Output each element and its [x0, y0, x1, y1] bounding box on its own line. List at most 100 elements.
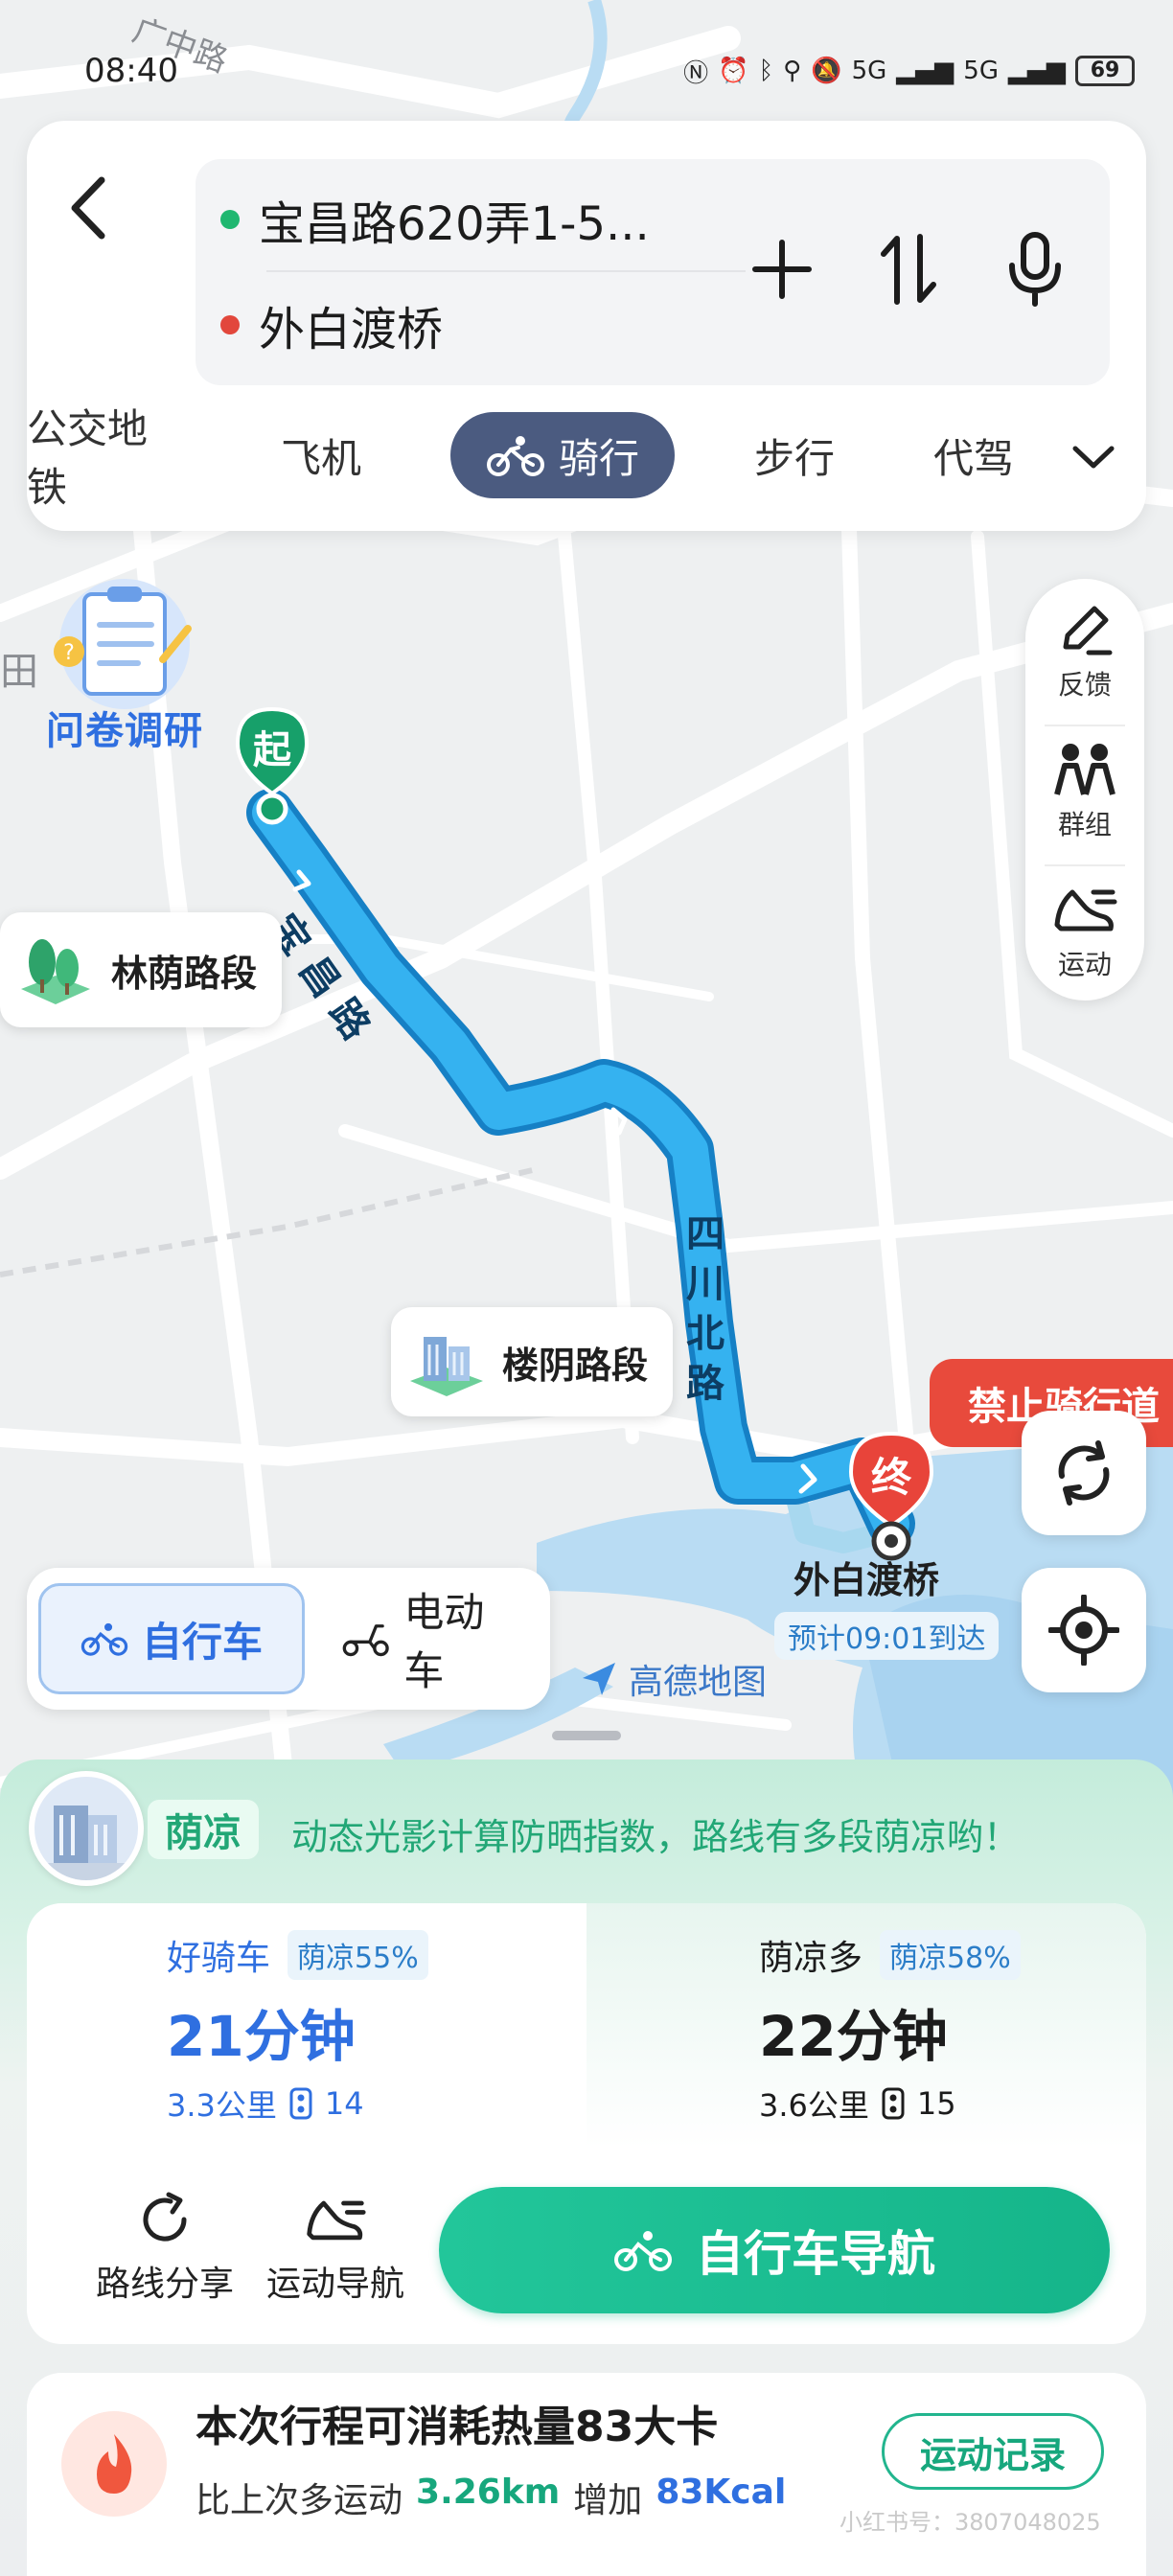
tab-flight[interactable]: 飞机	[278, 412, 364, 498]
sport-nav-button[interactable]: 运动导航	[249, 2191, 422, 2315]
tab-cycling-label: 骑行	[558, 434, 639, 482]
option-a-name: 好骑车	[167, 1939, 271, 1978]
locate-icon	[1048, 1595, 1119, 1666]
shade-segment-chip[interactable]: 林荫路段	[0, 912, 283, 1027]
calorie-card: 本次行程可消耗热量83大卡 比上次多运动 3.26km 增加 83Kcal 运动…	[27, 2373, 1146, 2576]
bicycle-small-icon	[80, 1622, 128, 1656]
bicycle-navigation-label: 自行车导航	[696, 2226, 935, 2282]
bicycle-navigation-button[interactable]: 自行车导航	[439, 2187, 1110, 2313]
more-modes-button[interactable]	[1070, 433, 1117, 481]
voice-input-button[interactable]	[999, 226, 1071, 312]
bicycle-icon	[486, 436, 544, 476]
flame-icon	[61, 2411, 167, 2517]
route-options-card: 好骑车 荫凉55% 21分钟 3.3公里 14 荫凉多 荫凉58% 22分钟 3…	[27, 1903, 1146, 2344]
ebike-option[interactable]: 电动车	[314, 1583, 550, 1694]
calorie-kcal: 83Kcal	[656, 2472, 787, 2512]
calorie-compare: 比上次多运动 3.26km 增加 83Kcal	[196, 2472, 786, 2522]
sport-shoe-icon	[307, 2200, 366, 2241]
start-location[interactable]: 宝昌路620弄1-5...	[220, 186, 650, 253]
back-button[interactable]	[59, 165, 117, 251]
sport-record-button[interactable]: 运动记录	[882, 2413, 1104, 2490]
add-waypoint-button[interactable]	[746, 226, 818, 312]
eta-label: 预计09:01到达	[774, 1612, 1000, 1660]
end-location-text: 外白渡桥	[259, 303, 444, 356]
bike-type-switch: 自行车 电动车	[27, 1568, 550, 1710]
swap-route-button[interactable]	[872, 226, 945, 312]
back-arrow-icon	[71, 176, 105, 240]
survey-label: 问卷调研	[46, 709, 203, 753]
calorie-title: 本次行程可消耗热量83大卡	[196, 2403, 719, 2451]
road-label-sichuan: 四川北路	[677, 1209, 734, 1409]
route-share-button[interactable]: 路线分享	[79, 2191, 251, 2315]
bluetooth-icon: ᛒ	[758, 57, 774, 85]
scooter-icon	[342, 1624, 389, 1657]
ebike-option-label: 电动车	[403, 1589, 485, 1694]
signal-label-1: 5G	[851, 57, 887, 85]
tab-transit-label: 公交地铁	[27, 405, 149, 511]
svg-text:?: ?	[63, 641, 75, 665]
chevron-down-icon	[1072, 446, 1115, 469]
status-icons: Ⓝ ⏰ ᛒ ⚲ 🔕 5G ▂▄▆ 5G ▂▄▆ 69	[683, 54, 1135, 89]
microphone-icon	[1009, 232, 1061, 307]
route-inputs: 宝昌路620弄1-5... 外白渡桥	[196, 159, 1110, 385]
start-marker-label: 起	[253, 728, 291, 772]
shade-segment-label: 林荫路段	[111, 952, 258, 995]
route-divider	[266, 270, 746, 272]
refresh-route-button[interactable]	[1022, 1411, 1146, 1535]
bicycle-white-icon	[614, 2231, 672, 2271]
building-icon	[410, 1337, 483, 1396]
tab-walking[interactable]: 步行	[751, 412, 838, 498]
end-location[interactable]: 外白渡桥	[220, 291, 443, 358]
tab-walking-label: 步行	[753, 434, 835, 482]
start-dot-icon	[220, 210, 240, 229]
signal-label-2: 5G	[963, 57, 999, 85]
tab-chauffeur-label: 代驾	[933, 434, 1015, 482]
sport-button[interactable]: 运动	[1025, 864, 1144, 999]
amap-arrow-icon	[583, 1663, 615, 1695]
option-a-meta: 3.3公里 14	[167, 2082, 364, 2126]
shade-description: 动态光影计算防晒指数，路线有多段荫凉哟！	[291, 1816, 1021, 1858]
route-option-shady[interactable]: 荫凉多 荫凉58% 22分钟 3.6公里 15	[586, 1903, 1146, 2149]
plus-icon	[752, 240, 812, 299]
start-location-text: 宝昌路620弄1-5...	[259, 197, 650, 251]
survey-entry[interactable]: ? 问卷调研	[19, 575, 230, 757]
option-b-shade-badge: 荫凉58%	[880, 1930, 1021, 1980]
nfc-icon: Ⓝ	[683, 58, 709, 88]
calorie-prefix: 比上次多运动	[196, 2481, 403, 2520]
end-marker: 终	[845, 1428, 937, 1564]
route-actions	[746, 226, 1071, 312]
building-shade-label: 楼阴路段	[502, 1344, 649, 1387]
option-a-shade-badge: 荫凉55%	[288, 1930, 428, 1980]
calorie-mid: 增加	[573, 2481, 643, 2520]
option-b-meta: 3.6公里 15	[759, 2082, 956, 2126]
swap-icon	[881, 234, 936, 305]
option-b-name: 荫凉多	[759, 1939, 863, 1978]
road-label-sichuan-text: 四川北路	[686, 1212, 724, 1406]
shade-banner[interactable]: 荫凉 动态光影计算防晒指数，路线有多段荫凉哟！	[29, 1771, 1150, 1886]
status-bar: 08:40 Ⓝ ⏰ ᛒ ⚲ 🔕 5G ▂▄▆ 5G ▂▄▆ 69	[84, 50, 1135, 92]
end-dot-icon	[220, 315, 240, 334]
option-b-header: 荫凉多 荫凉58%	[759, 1930, 1021, 1980]
option-b-lights: 15	[916, 2085, 956, 2122]
option-a-lights: 14	[324, 2085, 364, 2122]
destination-label: 外白渡桥	[794, 1559, 940, 1601]
group-button[interactable]: 群组	[1025, 724, 1144, 859]
tab-transit[interactable]: 公交地铁	[27, 405, 151, 511]
feedback-button[interactable]: 反馈	[1025, 585, 1144, 719]
map-view[interactable]: 08:40 Ⓝ ⏰ ᛒ ⚲ 🔕 5G ▂▄▆ 5G ▂▄▆ 69 广中路 田 宝…	[0, 0, 1173, 1802]
alarm-icon: ⏰	[718, 57, 749, 85]
tab-cycling[interactable]: 骑行	[450, 412, 675, 498]
route-option-recommended[interactable]: 好骑车 荫凉55% 21分钟 3.3公里 14	[27, 1903, 586, 2149]
calorie-distance: 3.26km	[416, 2472, 561, 2512]
amap-logo-text: 高德地图	[629, 1663, 768, 1702]
running-shoe-icon	[1054, 889, 1117, 932]
tab-chauffeur[interactable]: 代驾	[933, 412, 1020, 498]
locate-me-button[interactable]	[1022, 1568, 1146, 1692]
shade-tag: 荫凉	[148, 1800, 259, 1859]
building-shade-chip[interactable]: 楼阴路段	[391, 1307, 674, 1416]
feedback-label: 反馈	[1057, 669, 1112, 701]
shade-building-icon	[29, 1771, 144, 1886]
bicycle-option[interactable]: 自行车	[38, 1583, 305, 1694]
sheet-drag-handle[interactable]	[552, 1731, 621, 1740]
option-a-duration: 21分钟	[167, 2004, 356, 2069]
